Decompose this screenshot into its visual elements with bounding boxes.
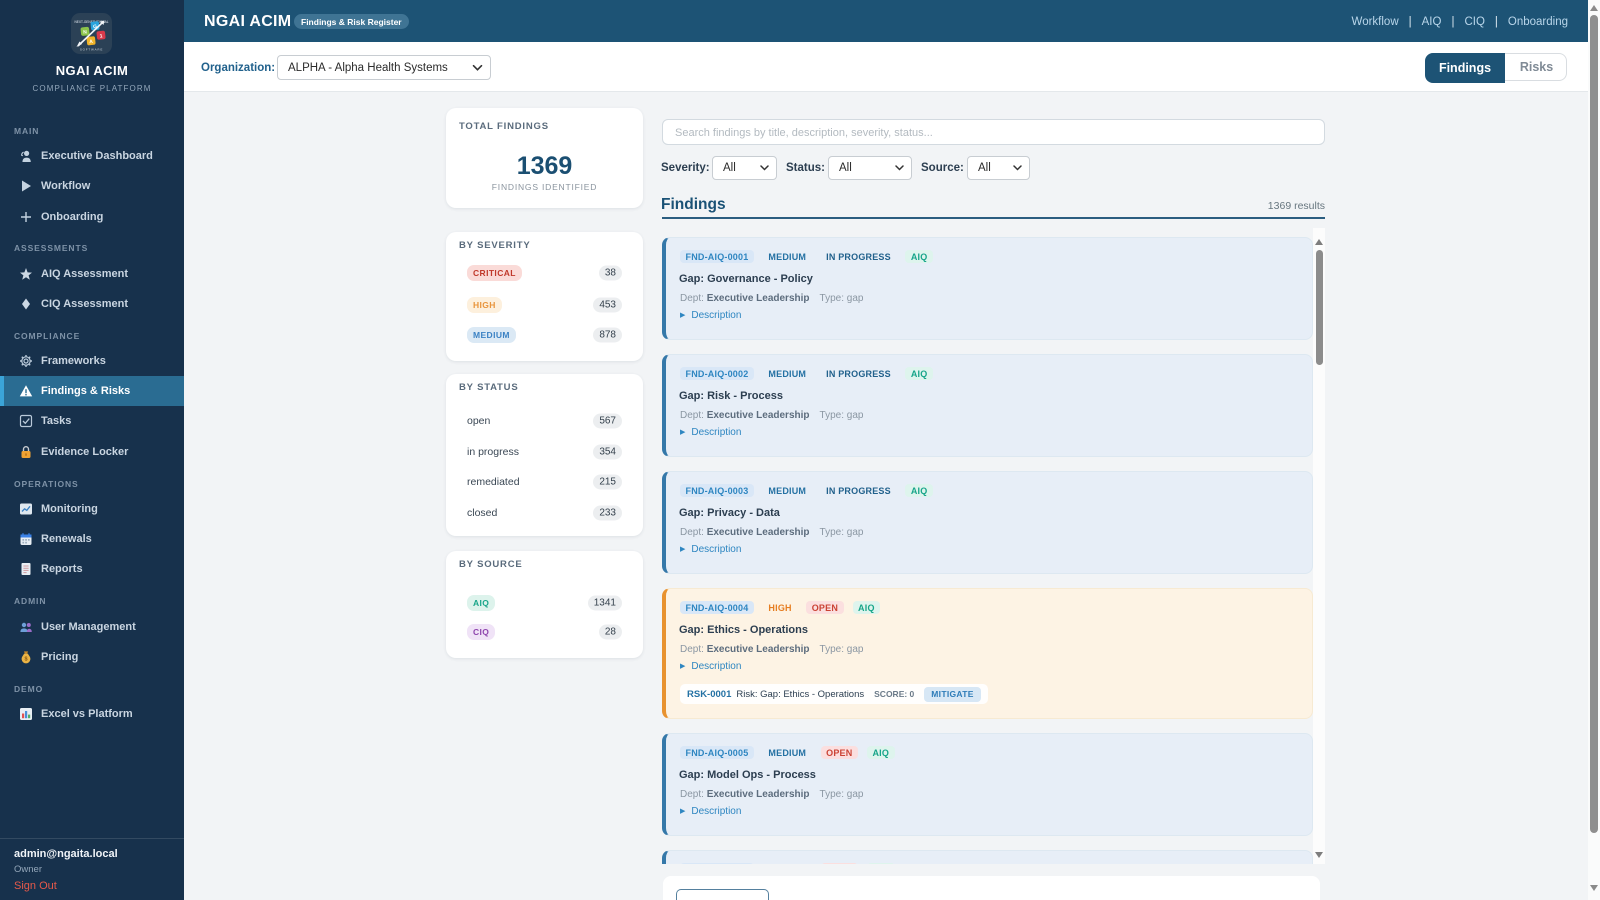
svg-text:$: $ xyxy=(24,656,27,662)
svg-text:SOFTWARE: SOFTWARE xyxy=(80,48,103,52)
